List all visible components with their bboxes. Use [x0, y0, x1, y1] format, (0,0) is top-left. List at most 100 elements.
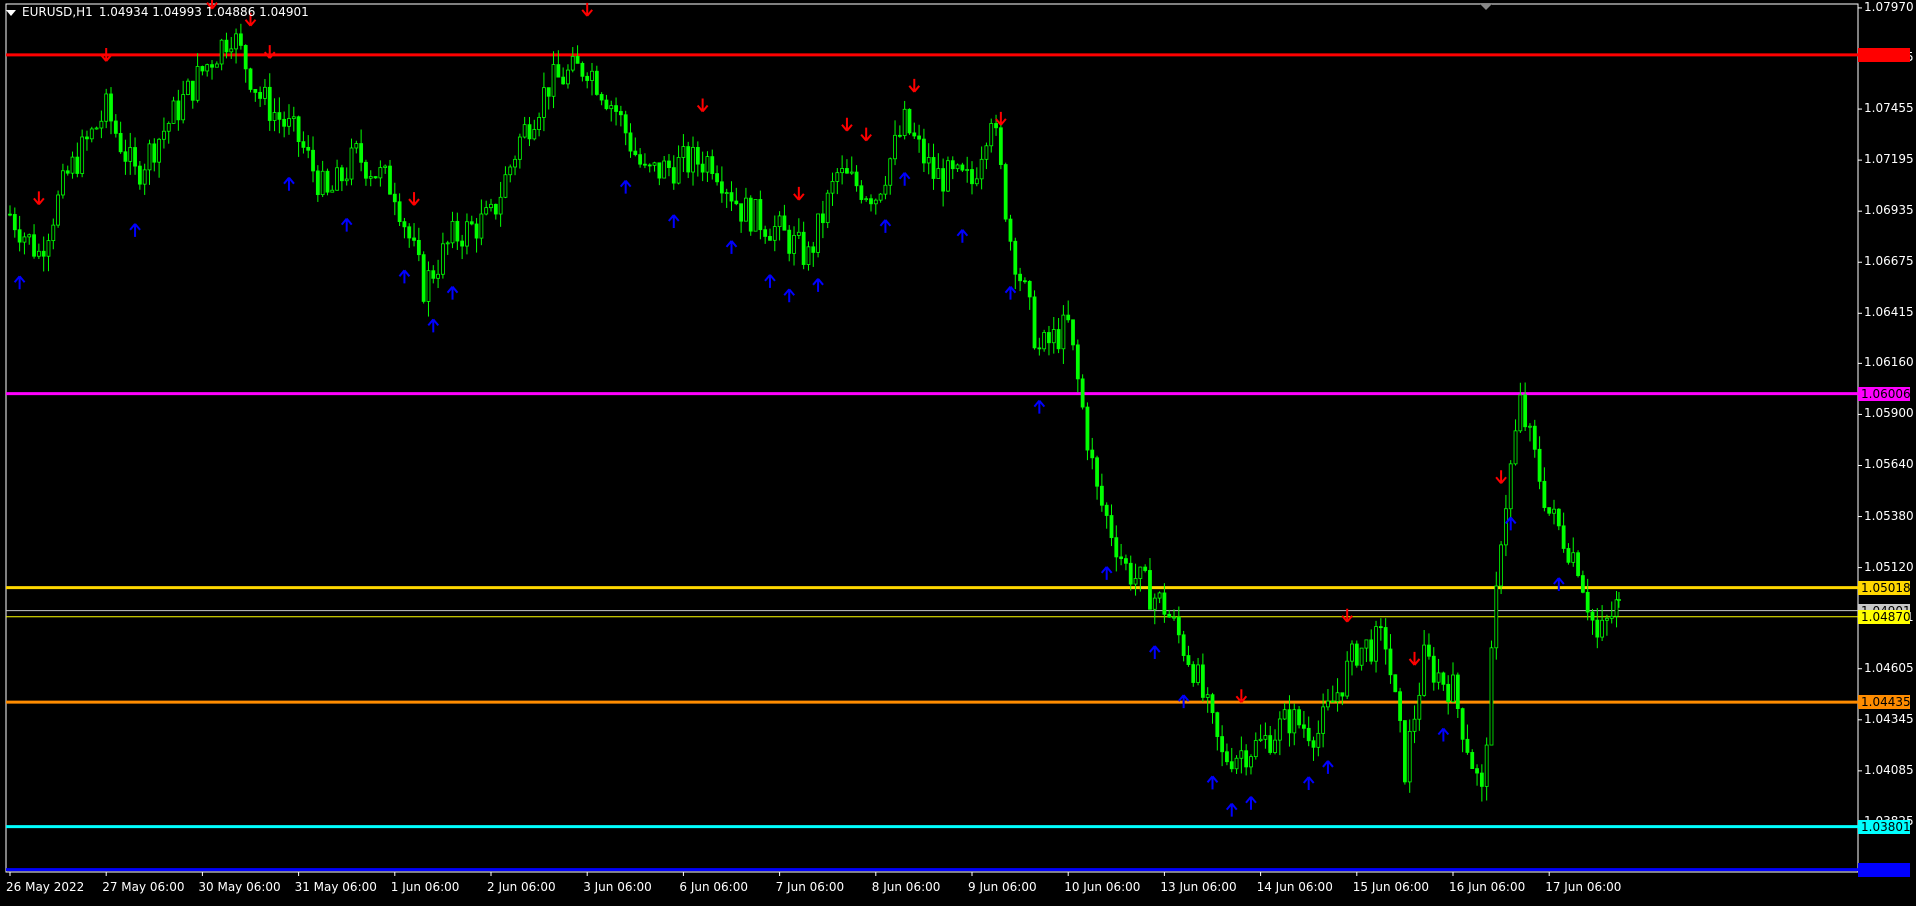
candle	[46, 233, 51, 272]
candle	[715, 165, 719, 186]
candle-body	[922, 138, 926, 164]
candle-body	[1253, 740, 1258, 758]
candle-body	[1095, 457, 1099, 487]
candle	[315, 165, 320, 202]
candle	[609, 100, 614, 122]
candle	[22, 232, 27, 255]
candle	[200, 65, 205, 76]
candle	[1537, 436, 1542, 490]
candle-body	[849, 171, 854, 174]
candle-body	[946, 160, 950, 192]
up-arrow-signal-icon	[1302, 776, 1315, 790]
candle-body	[1239, 750, 1244, 759]
up-arrow-signal-icon	[283, 177, 295, 191]
candle-body	[1013, 240, 1018, 275]
candle-body	[1561, 525, 1566, 549]
candle	[705, 151, 710, 183]
candle	[1200, 653, 1205, 702]
price-tick-label: 1.05900	[1864, 406, 1914, 421]
ohlc-readout: 1.04934 1.04993 1.04886 1.04901	[98, 5, 309, 19]
candle-body	[229, 48, 234, 53]
candle	[869, 194, 873, 212]
up-arrow-signal-icon	[898, 172, 911, 186]
candle-body	[700, 163, 705, 173]
candle-body	[873, 199, 878, 205]
candle	[1018, 267, 1022, 292]
candle	[941, 158, 946, 207]
time-tick-label: 8 Jun 06:00	[871, 880, 941, 894]
candle-body	[61, 170, 65, 196]
candle-body	[994, 123, 998, 129]
candle	[825, 189, 830, 229]
candle	[498, 181, 503, 227]
candle	[546, 87, 551, 110]
candle-body	[445, 242, 450, 245]
candle	[561, 67, 566, 85]
blue-level-price-badge: 1.03582	[1858, 862, 1911, 877]
candle-body	[840, 168, 845, 174]
candle	[152, 138, 157, 172]
candle	[190, 80, 195, 109]
candle-body	[662, 160, 667, 179]
candle-body	[1369, 639, 1374, 662]
chart-window[interactable]: EURUSD,H1 1.04934 1.04993 1.04886 1.0490…	[0, 0, 1916, 906]
candle	[1494, 571, 1499, 660]
candle-body	[301, 141, 306, 148]
candle	[1470, 749, 1475, 769]
candle	[1609, 601, 1614, 624]
candle	[691, 136, 695, 186]
candle-body	[590, 70, 594, 81]
candle-body	[1191, 664, 1196, 683]
candle	[1277, 711, 1282, 756]
up-arrow-signal-icon	[1206, 775, 1219, 790]
candle-body	[181, 94, 186, 121]
price-chart[interactable]	[0, 0, 1916, 906]
candle-body	[537, 116, 541, 130]
candle-body	[893, 134, 897, 160]
candle	[335, 159, 339, 191]
candle-body	[652, 162, 657, 166]
candle	[1475, 764, 1479, 786]
candle-body	[1128, 562, 1133, 585]
candle-body	[123, 151, 128, 162]
candle-body	[729, 192, 734, 202]
candle	[1196, 657, 1200, 686]
candle-body	[1124, 558, 1128, 564]
candle	[1407, 719, 1412, 793]
candle	[1571, 537, 1576, 567]
candle-body	[479, 213, 484, 239]
candle	[296, 115, 301, 157]
chart-menu-triangle-icon[interactable]	[6, 9, 16, 16]
candle	[1388, 634, 1393, 684]
candle	[1436, 658, 1441, 690]
candle-body	[503, 174, 508, 198]
candle-body	[719, 181, 724, 194]
candle	[849, 156, 854, 175]
time-tick-label: 27 May 06:00	[102, 880, 185, 894]
candle	[970, 161, 974, 195]
time-tick-label: 6 Jun 06:00	[679, 880, 748, 894]
scroll-marker-icon[interactable]	[1480, 4, 1492, 10]
candle-body	[1585, 591, 1590, 613]
candle	[1220, 725, 1225, 767]
candle-body	[758, 199, 763, 231]
candle	[1374, 620, 1378, 673]
candle	[460, 234, 465, 260]
candle	[27, 233, 32, 245]
candle	[383, 164, 388, 174]
candle-body	[498, 196, 503, 215]
candle-body	[1003, 164, 1008, 220]
candle-body	[1196, 664, 1200, 683]
candle-body	[27, 234, 32, 238]
candle-body	[469, 221, 474, 225]
candle	[806, 241, 811, 271]
down-arrow-signal-icon	[995, 111, 1007, 126]
candle-body	[460, 240, 465, 247]
candle-body	[1205, 694, 1210, 698]
candle-body	[585, 75, 590, 81]
candle-body	[36, 250, 41, 257]
candle	[301, 131, 306, 154]
up-arrow-signal-icon	[398, 269, 411, 284]
candle-body	[176, 100, 181, 121]
candle-body	[1364, 639, 1369, 649]
